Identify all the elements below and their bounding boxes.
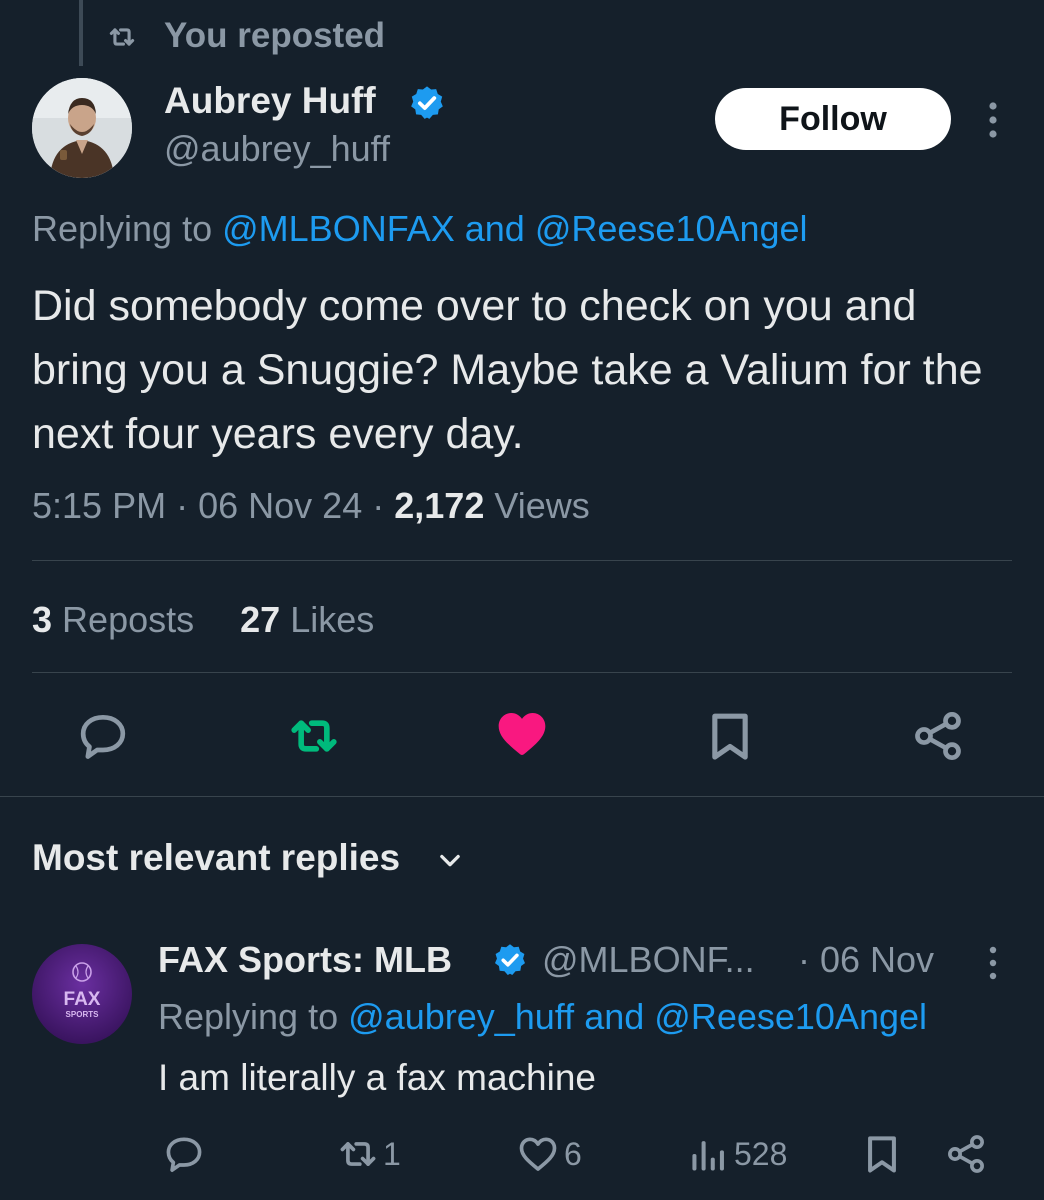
likes-stat[interactable]: 27 Likes bbox=[240, 599, 374, 640]
verified-badge-icon bbox=[411, 86, 443, 119]
follow-button[interactable]: Follow bbox=[715, 88, 951, 150]
mention-link[interactable]: @Reese10Angel bbox=[654, 996, 927, 1037]
replying-to: Replying to @MLBONFAX and @Reese10Angel bbox=[32, 205, 808, 253]
reply-replying-to: Replying to @aubrey_huff and @Reese10Ang… bbox=[158, 994, 927, 1040]
views-count: 2,172 bbox=[394, 485, 485, 526]
repost-button-icon[interactable] bbox=[286, 708, 342, 764]
mention-link[interactable]: @aubrey_huff bbox=[348, 996, 574, 1037]
mention-link[interactable]: @Reese10Angel bbox=[535, 208, 808, 249]
author-avatar[interactable] bbox=[32, 78, 132, 178]
tweet-time[interactable]: 5:15 PM bbox=[32, 485, 166, 526]
avatar-logo-text: FAX bbox=[64, 989, 101, 1010]
replying-and: and bbox=[464, 208, 525, 249]
meta-separator: · bbox=[176, 485, 189, 526]
share-icon[interactable] bbox=[944, 1132, 988, 1176]
likes-count: 27 bbox=[240, 599, 281, 640]
reply-author-name[interactable]: FAX Sports: MLB bbox=[158, 937, 452, 983]
repost-count: 1 bbox=[383, 1136, 401, 1172]
repost-button-icon[interactable] bbox=[336, 1132, 380, 1176]
likes-label: Likes bbox=[290, 599, 375, 640]
mention-link[interactable]: @MLBONFAX bbox=[222, 208, 455, 249]
author-name[interactable]: Aubrey Huff bbox=[164, 78, 376, 124]
meta-separator: · bbox=[372, 485, 385, 526]
like-count: 6 bbox=[564, 1136, 582, 1172]
reply-author-avatar[interactable]: FAX SPORTS bbox=[32, 944, 132, 1044]
reposts-stat[interactable]: 3 Reposts bbox=[32, 599, 194, 640]
thread-line bbox=[79, 0, 83, 66]
heart-filled-icon[interactable] bbox=[494, 706, 550, 762]
view-count: 528 bbox=[734, 1136, 788, 1172]
replying-prefix: Replying to bbox=[158, 996, 339, 1037]
views-label: Views bbox=[494, 485, 590, 526]
replying-and: and bbox=[584, 996, 645, 1037]
verified-badge-icon bbox=[495, 944, 525, 975]
divider bbox=[32, 672, 1012, 673]
bookmark-icon[interactable] bbox=[860, 1132, 904, 1176]
replies-sort-label[interactable]: Most relevant replies bbox=[32, 834, 400, 882]
reply-icon[interactable] bbox=[162, 1132, 206, 1176]
repost-icon bbox=[109, 28, 135, 46]
engagement-stats: 3 Reposts 27 Likes bbox=[32, 596, 374, 644]
divider bbox=[32, 560, 1012, 561]
reply-icon[interactable] bbox=[75, 708, 131, 764]
reposts-label: Reposts bbox=[62, 599, 195, 640]
heart-icon[interactable] bbox=[516, 1132, 560, 1176]
author-handle[interactable]: @aubrey_huff bbox=[164, 126, 390, 172]
bookmark-icon[interactable] bbox=[702, 708, 758, 764]
more-options-icon[interactable] bbox=[982, 100, 1004, 140]
avatar-logo-subtext: SPORTS bbox=[66, 1010, 100, 1019]
tweet-date[interactable]: 06 Nov 24 bbox=[198, 485, 362, 526]
tweet-meta: 5:15 PM · 06 Nov 24 · 2,172 Views bbox=[32, 482, 590, 530]
more-options-icon[interactable] bbox=[984, 944, 1002, 982]
reply-text: I am literally a fax machine bbox=[158, 1057, 597, 1098]
reply-author-handle[interactable]: @MLBONF... bbox=[542, 937, 755, 983]
share-icon[interactable] bbox=[910, 708, 966, 764]
section-divider bbox=[0, 796, 1044, 797]
tweet-text: Did somebody come over to check on you a… bbox=[32, 282, 983, 458]
views-chart-icon[interactable] bbox=[686, 1132, 730, 1176]
repost-label: You reposted bbox=[164, 16, 386, 55]
replying-prefix: Replying to bbox=[32, 208, 213, 249]
chevron-down-icon[interactable] bbox=[436, 846, 464, 874]
reply-date[interactable]: · 06 Nov bbox=[798, 937, 934, 983]
reposts-count: 3 bbox=[32, 599, 53, 640]
